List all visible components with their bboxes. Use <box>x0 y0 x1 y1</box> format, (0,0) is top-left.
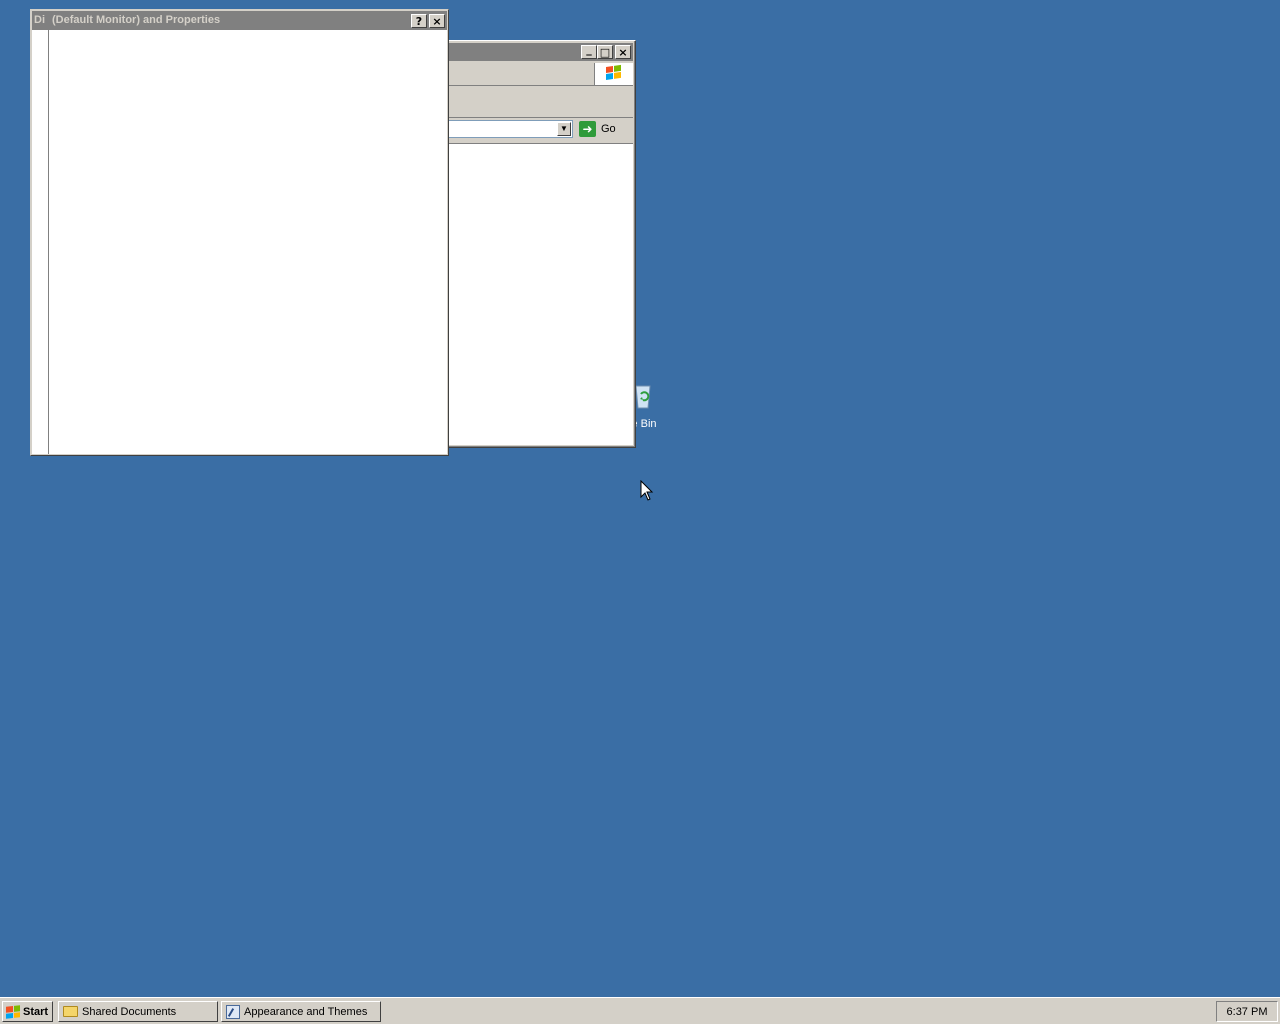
dialog-body <box>32 30 447 454</box>
go-button[interactable]: ➜ Go <box>579 120 616 138</box>
window-titlebar[interactable]: Di (Default Monitor) and Properties ? × <box>32 11 447 30</box>
close-icon: × <box>618 45 628 59</box>
window-title-prefix: Di <box>34 14 45 26</box>
minimize-button[interactable]: _ <box>581 42 597 59</box>
taskbar-button-label: Shared Documents <box>82 1005 177 1018</box>
taskbar-button-appearance-themes[interactable]: Appearance and Themes <box>221 1001 381 1022</box>
minimize-icon: _ <box>586 42 592 56</box>
system-tray: 6:37 PM <box>1216 1001 1278 1022</box>
windows-flag-icon <box>606 64 621 80</box>
help-button[interactable]: ? <box>411 14 427 28</box>
maximize-button[interactable]: □ <box>597 45 613 59</box>
divider <box>48 30 49 454</box>
display-properties-window[interactable]: Di (Default Monitor) and Properties ? × <box>30 9 449 456</box>
chevron-down-icon: ▼ <box>560 124 568 133</box>
close-button[interactable]: × <box>429 14 445 28</box>
appearance-themes-window[interactable]: _ □ × ▼ ➜ Go <box>420 40 636 448</box>
start-label: Start <box>23 1005 49 1018</box>
window-titlebar[interactable]: _ □ × <box>423 43 633 61</box>
start-button[interactable]: Start <box>2 1001 53 1022</box>
control-panel-icon <box>226 1004 240 1019</box>
address-bar: ▼ ➜ Go <box>423 118 633 142</box>
windows-flag-icon <box>6 1004 20 1019</box>
menu-bar <box>423 63 633 86</box>
mouse-cursor-icon <box>640 480 654 501</box>
close-icon: × <box>432 14 442 28</box>
taskbar-button-label: Appearance and Themes <box>244 1005 368 1018</box>
go-label: Go <box>601 123 616 135</box>
arrow-right-icon: ➜ <box>579 121 596 137</box>
desktop: cle Bin _ □ × ▼ ➜ Go Di (Default Monitor… <box>0 0 1280 997</box>
clock[interactable]: 6:37 PM <box>1227 1006 1268 1018</box>
help-icon: ? <box>415 14 423 28</box>
folder-icon <box>63 1006 78 1017</box>
taskbar: Start Shared Documents Appearance and Th… <box>0 997 1280 1024</box>
window-title: (Default Monitor) and Properties <box>52 14 221 26</box>
address-dropdown-button[interactable]: ▼ <box>557 122 571 136</box>
close-button[interactable]: × <box>615 45 631 59</box>
windows-logo <box>594 63 633 85</box>
toolbar <box>423 87 633 118</box>
maximize-icon: □ <box>599 45 611 59</box>
taskbar-button-shared-documents[interactable]: Shared Documents <box>58 1001 218 1022</box>
dialog-left-strip <box>32 30 49 454</box>
explorer-content-pane[interactable] <box>423 143 633 445</box>
